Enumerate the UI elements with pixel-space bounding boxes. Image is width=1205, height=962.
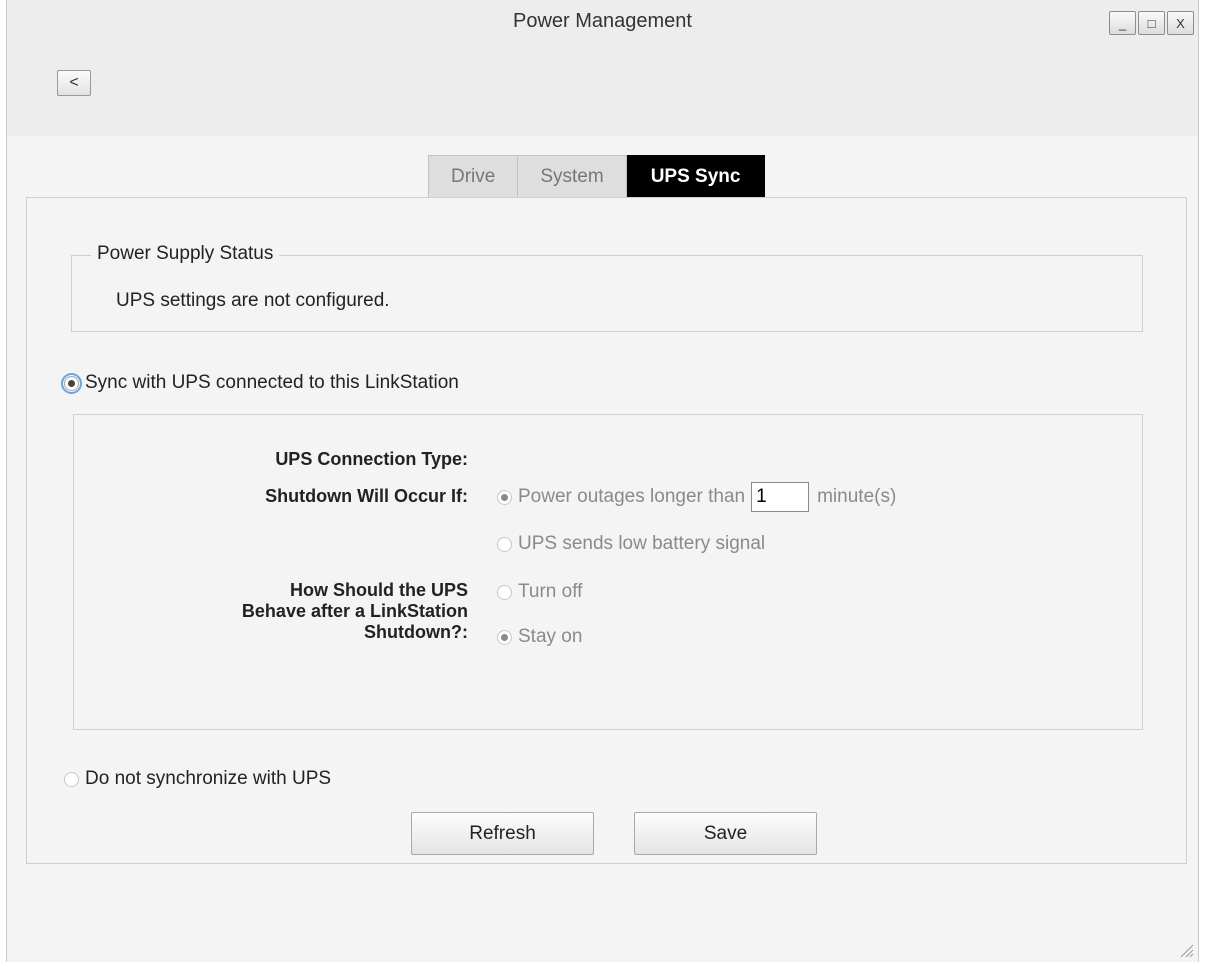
window-controls: _ □ X (1109, 11, 1194, 35)
stay-on-label: Stay on (518, 626, 583, 647)
maximize-button[interactable]: □ (1138, 11, 1165, 35)
low-battery-option[interactable]: UPS sends low battery signal (497, 533, 765, 555)
title-bar: Power Management _ □ X < (7, 0, 1198, 136)
maximize-icon: □ (1147, 15, 1156, 31)
refresh-button[interactable]: Refresh (411, 812, 594, 855)
turn-off-radio[interactable] (497, 584, 512, 600)
ups-behavior-label-line1: How Should the UPS (290, 580, 468, 600)
stay-on-option[interactable]: Stay on (497, 626, 582, 648)
close-icon: X (1176, 15, 1185, 31)
resize-grip-icon[interactable] (1178, 942, 1194, 958)
sync-with-ups-option[interactable]: Sync with UPS connected to this LinkStat… (61, 372, 459, 394)
stay-on-radio[interactable] (497, 629, 512, 645)
ups-behavior-label-line2: Behave after a LinkStation (241, 601, 468, 621)
save-button[interactable]: Save (634, 812, 817, 855)
tab-ups-sync[interactable]: UPS Sync (626, 155, 766, 198)
turn-off-label: Turn off (518, 581, 583, 602)
power-supply-status-text: UPS settings are not configured. (116, 290, 390, 311)
low-battery-label: UPS sends low battery signal (518, 533, 766, 554)
shutdown-condition-label: Shutdown Will Occur If: (265, 486, 468, 506)
power-management-window: Power Management _ □ X < Drive System UP… (6, 0, 1199, 962)
window-title: Power Management (513, 10, 692, 32)
power-outage-label: Power outages longer than (518, 486, 746, 507)
power-outage-option[interactable]: Power outages longer than minute(s) (497, 482, 896, 512)
do-not-sync-label: Do not synchronize with UPS (85, 768, 332, 789)
outage-minutes-input[interactable] (751, 482, 810, 512)
tab-drive[interactable]: Drive (428, 155, 519, 198)
do-not-sync-option[interactable]: Do not synchronize with UPS (64, 768, 331, 790)
power-supply-status-group: Power Supply Status UPS settings are not… (71, 243, 1143, 332)
chevron-left-icon: < (69, 74, 79, 91)
tab-system[interactable]: System (518, 155, 627, 198)
power-supply-status-legend: Power Supply Status (91, 243, 280, 265)
tab-bar: Drive System UPS Sync (428, 155, 766, 198)
minimize-icon: _ (1118, 15, 1127, 31)
ups-settings-group: UPS Connection Type: Shutdown Will Occur… (73, 414, 1143, 730)
sync-with-ups-radio[interactable] (61, 372, 82, 394)
connection-type-label: UPS Connection Type: (275, 449, 468, 469)
close-button[interactable]: X (1167, 11, 1194, 35)
low-battery-radio[interactable] (497, 536, 512, 552)
minutes-unit-label: minute(s) (817, 486, 897, 507)
sync-with-ups-label: Sync with UPS connected to this LinkStat… (85, 372, 459, 393)
minimize-button[interactable]: _ (1109, 11, 1136, 35)
ups-behavior-label: How Should the UPS Behave after a LinkSt… (242, 580, 468, 643)
turn-off-option[interactable]: Turn off (497, 581, 582, 603)
do-not-sync-radio[interactable] (64, 771, 79, 787)
power-outage-radio[interactable] (497, 489, 512, 505)
back-button[interactable]: < (57, 70, 91, 96)
ups-behavior-label-line3: Shutdown?: (364, 622, 468, 642)
ups-sync-panel: Power Supply Status UPS settings are not… (26, 197, 1187, 864)
